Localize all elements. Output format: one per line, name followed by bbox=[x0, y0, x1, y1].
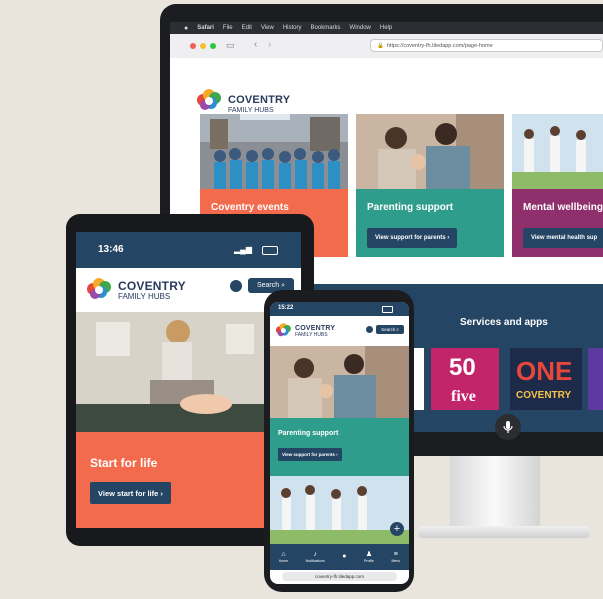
microphone-button[interactable] bbox=[495, 414, 521, 440]
logo-subtitle: FAMILY HUBS bbox=[118, 292, 171, 301]
card-title: Parenting support bbox=[278, 430, 339, 437]
menu-item-view[interactable]: View bbox=[261, 25, 274, 31]
nav-menu[interactable]: ≡ Menu bbox=[391, 551, 400, 563]
app-tile-word: five bbox=[451, 388, 476, 405]
phone-url: coventry-fh.tiledapp.com bbox=[314, 574, 365, 579]
phone-screen: 15:22 COVENTRY FAMILY HUBS Search ⌕ Pare… bbox=[270, 302, 409, 584]
sidebar-toggle-icon[interactable]: ▭ bbox=[226, 40, 235, 51]
parenting-support-card[interactable]: Parenting support View support for paren… bbox=[270, 418, 409, 476]
apple-icon[interactable]: ● bbox=[184, 25, 188, 32]
outdoor-group-photo bbox=[512, 114, 603, 189]
services-title: Services and apps bbox=[460, 317, 548, 328]
tablet-status-bar: 13:46 ▂▄▆ bbox=[76, 232, 301, 268]
card-title: Mental wellbeing bbox=[523, 202, 603, 213]
menu-item-window[interactable]: Window bbox=[350, 25, 371, 31]
app-tile-purple[interactable] bbox=[588, 348, 603, 410]
menu-item-edit[interactable]: Edit bbox=[242, 25, 252, 31]
view-support-for-parents-button[interactable]: View support for parents › bbox=[278, 448, 342, 461]
app-tile-coventry: COVENTRY bbox=[516, 390, 572, 401]
search-icon: ⌕ bbox=[281, 281, 286, 289]
search-icon: ⌕ bbox=[396, 327, 399, 332]
menu-icon: ≡ bbox=[393, 551, 398, 558]
outdoor-group-photo bbox=[270, 476, 409, 544]
menu-item-safari[interactable]: Safari bbox=[197, 25, 214, 31]
forward-icon[interactable]: › bbox=[268, 39, 271, 50]
monitor-stand-neck bbox=[450, 456, 540, 528]
view-support-for-parents-button[interactable]: View support for parents › bbox=[367, 228, 458, 248]
nav-notifications[interactable]: ♪ Notifications bbox=[306, 551, 325, 563]
nav-profile[interactable]: ♟ Profile bbox=[364, 551, 374, 563]
family-photo bbox=[356, 114, 504, 189]
phone-header: COVENTRY FAMILY HUBS Search ⌕ bbox=[270, 316, 409, 346]
microphone-icon: ● bbox=[342, 553, 347, 560]
mac-menu-bar: ● Safari File Edit View History Bookmark… bbox=[170, 22, 603, 34]
menu-item-bookmarks[interactable]: Bookmarks bbox=[311, 25, 341, 31]
app-tile-one-coventry[interactable]: ONE COVENTRY bbox=[510, 348, 582, 410]
bottom-nav-bar: ⌂ Home ♪ Notifications ● ♟ Profile ≡ Men… bbox=[270, 544, 409, 570]
card-mental-wellbeing[interactable]: Mental wellbeing View mental health sup bbox=[512, 114, 603, 257]
microphone-icon bbox=[503, 421, 513, 433]
accessibility-icon[interactable] bbox=[230, 280, 242, 292]
app-tile-50-things[interactable]: 50 five bbox=[431, 348, 499, 410]
coventry-logo-icon[interactable] bbox=[84, 276, 116, 302]
back-icon[interactable]: ‹ bbox=[254, 39, 257, 50]
search-button-label: Search bbox=[381, 327, 396, 332]
phone-status-bar: 15:22 bbox=[270, 302, 409, 316]
address-bar[interactable]: 🔒 https://coventry-fh.tiledapp.com/page-… bbox=[370, 39, 603, 52]
view-mental-health-support-button[interactable]: View mental health sup bbox=[523, 228, 603, 248]
bell-icon: ♪ bbox=[313, 551, 317, 558]
lock-icon: 🔒 bbox=[377, 42, 384, 49]
battery-icon bbox=[262, 246, 278, 255]
search-button[interactable]: Search ⌕ bbox=[376, 325, 404, 334]
family-photo bbox=[270, 346, 409, 418]
phone-url-bar[interactable]: coventry-fh.tiledapp.com bbox=[282, 572, 397, 581]
nav-microphone[interactable]: ● bbox=[342, 553, 346, 561]
phone-time: 15:22 bbox=[278, 305, 294, 311]
logo-subtitle: FAMILY HUBS bbox=[228, 107, 274, 114]
card-title: Coventry events bbox=[211, 202, 289, 213]
nav-home[interactable]: ⌂ Home bbox=[279, 551, 288, 563]
app-tile-one: ONE bbox=[516, 356, 573, 386]
logo-title: COVENTRY bbox=[118, 279, 186, 293]
close-window-button[interactable] bbox=[190, 43, 196, 49]
coventry-logo-icon[interactable] bbox=[274, 322, 294, 338]
minimize-window-button[interactable] bbox=[200, 43, 206, 49]
home-icon: ⌂ bbox=[281, 551, 286, 558]
search-button-label: Search bbox=[256, 282, 280, 289]
nav-label: Home bbox=[278, 559, 289, 563]
coventry-logo-icon[interactable] bbox=[194, 88, 226, 112]
card-title: Start for life bbox=[90, 456, 158, 470]
menu-item-help[interactable]: Help bbox=[380, 25, 392, 31]
browser-toolbar: ▭ ‹ › 🔒 https://coventry-fh.tiledapp.com… bbox=[170, 34, 603, 59]
address-bar-url: https://coventry-fh.tiledapp.com/page-ho… bbox=[386, 42, 493, 49]
nav-label: Menu bbox=[391, 559, 401, 563]
nav-label: Notifications bbox=[305, 559, 325, 563]
crowd-photo bbox=[200, 114, 348, 189]
signal-icon: ▂▄▆ bbox=[234, 245, 252, 254]
app-tile-number: 50 bbox=[449, 354, 476, 381]
person-icon: ♟ bbox=[365, 551, 373, 558]
logo-subtitle: FAMILY HUBS bbox=[295, 332, 328, 338]
card-title: Parenting support bbox=[367, 202, 454, 213]
view-start-for-life-button[interactable]: View start for life › bbox=[90, 482, 171, 504]
zoom-window-button[interactable] bbox=[210, 43, 216, 49]
add-button[interactable]: + bbox=[390, 522, 404, 536]
battery-icon bbox=[382, 306, 393, 313]
monitor-stand-foot bbox=[418, 526, 590, 538]
accessibility-icon[interactable] bbox=[366, 326, 373, 333]
tablet-time: 13:46 bbox=[98, 244, 124, 255]
card-parenting-support[interactable]: Parenting support View support for paren… bbox=[356, 114, 504, 257]
nav-label: Profile bbox=[364, 559, 374, 563]
logo-title: COVENTRY bbox=[228, 94, 291, 106]
site-header: COVENTRY FAMILY HUBS bbox=[170, 58, 603, 114]
menu-item-history[interactable]: History bbox=[283, 25, 302, 31]
menu-item-file[interactable]: File bbox=[223, 25, 233, 31]
logo-title: COVENTRY bbox=[295, 325, 336, 332]
